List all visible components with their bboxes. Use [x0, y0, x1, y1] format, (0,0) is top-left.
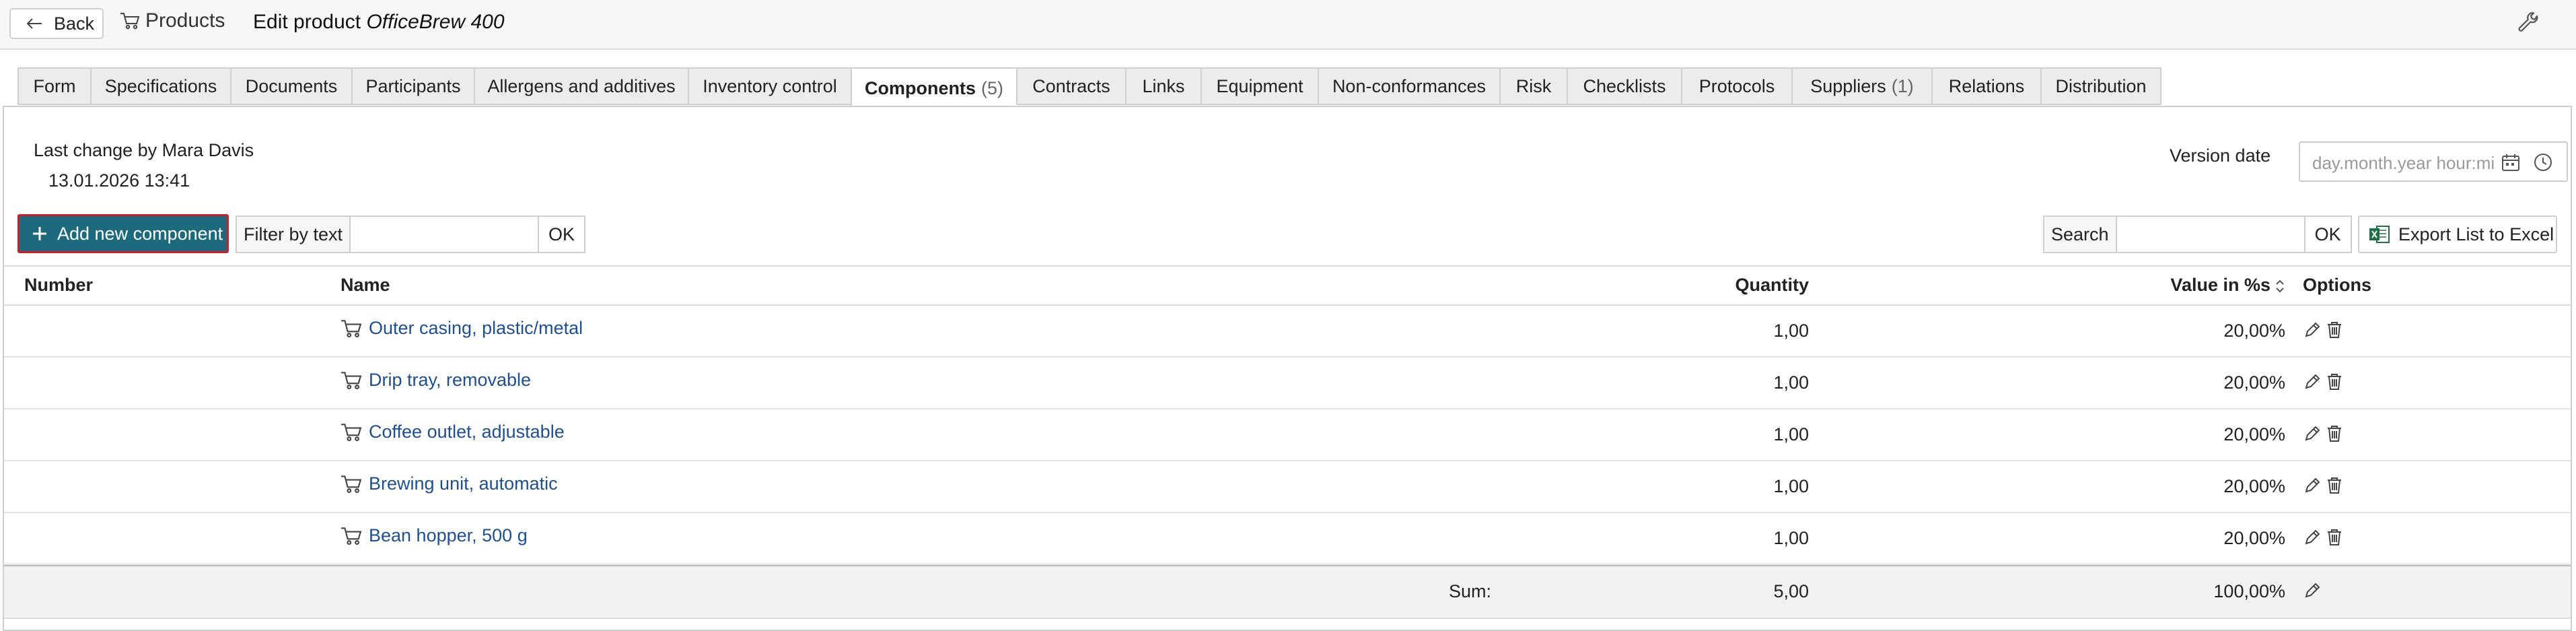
component-link[interactable]: Bean hopper, 500 g [369, 525, 528, 546]
version-date-placeholder: day.month.year hour:minute [2312, 153, 2494, 173]
back-button[interactable]: Back [9, 8, 104, 39]
pencil-icon[interactable] [2303, 424, 2322, 443]
component-link[interactable]: Brewing unit, automatic [369, 473, 558, 494]
header-name[interactable]: Name [341, 275, 390, 296]
tab-inventory-control[interactable]: Inventory control [688, 67, 851, 105]
trash-icon[interactable] [2326, 321, 2343, 339]
row-quantity: 1,00 [1773, 424, 1809, 444]
table-header: Number Name Quantity Value in %s Options [4, 265, 2571, 306]
search-input[interactable] [2116, 215, 2305, 253]
tab-risk[interactable]: Risk [1499, 67, 1567, 105]
pencil-icon[interactable] [2303, 321, 2322, 339]
component-link[interactable]: Coffee outlet, adjustable [369, 422, 565, 442]
pencil-icon[interactable] [2303, 476, 2322, 495]
last-change-text: Last change by Mara Davis [34, 140, 254, 160]
filter-label: Filter by text [236, 215, 351, 253]
row-value: 20,00% [2223, 476, 2285, 496]
product-name: OfficeBrew 400 [366, 11, 505, 33]
cart-icon [341, 370, 362, 391]
tab-equipment[interactable]: Equipment [1201, 67, 1318, 105]
calendar-icon[interactable] [2501, 152, 2521, 172]
table-row: Brewing unit, automatic 1,00 20,00% [4, 461, 2571, 513]
wrench-icon[interactable] [2517, 11, 2541, 35]
table-row: Bean hopper, 500 g 1,00 20,00% [4, 513, 2571, 565]
tab-checklists[interactable]: Checklists [1567, 67, 1681, 105]
back-label: Back [54, 13, 95, 34]
tab-bar: Form Specifications Documents Participan… [17, 67, 2161, 108]
trash-icon[interactable] [2326, 528, 2343, 547]
component-link[interactable]: Drip tray, removable [369, 370, 531, 391]
tab-protocols[interactable]: Protocols [1681, 67, 1791, 105]
components-table: Number Name Quantity Value in %s Options… [4, 265, 2571, 619]
table-row: Outer casing, plastic/metal 1,00 20,00% [4, 306, 2571, 358]
excel-icon [2369, 224, 2390, 244]
tab-suppliers[interactable]: Suppliers (1) [1791, 67, 1931, 105]
tab-relations[interactable]: Relations [1931, 67, 2040, 105]
sum-row: Sum: 5,00 100,00% [4, 565, 2571, 619]
top-bar: Back Products Edit product OfficeBrew 40… [0, 0, 2576, 50]
row-value: 20,00% [2223, 321, 2285, 341]
pencil-icon[interactable] [2303, 528, 2322, 547]
export-excel-label: Export List to Excel [2398, 224, 2554, 244]
header-number[interactable]: Number [24, 275, 93, 296]
tab-participants[interactable]: Participants [351, 67, 474, 105]
version-date-input[interactable]: day.month.year hour:minute [2299, 141, 2568, 182]
header-options: Options [2303, 275, 2371, 295]
trash-icon[interactable] [2326, 476, 2343, 495]
component-link[interactable]: Outer casing, plastic/metal [369, 318, 583, 339]
table-row: Drip tray, removable 1,00 20,00% [4, 358, 2571, 409]
cart-icon [341, 474, 362, 494]
header-value[interactable]: Value in %s [2170, 275, 2285, 296]
version-date-label: Version date [2170, 145, 2271, 166]
row-quantity: 1,00 [1773, 476, 1809, 496]
sum-label: Sum: [1448, 581, 1491, 601]
sort-icon[interactable] [2275, 279, 2285, 294]
plus-icon [32, 226, 48, 242]
row-quantity: 1,00 [1773, 372, 1809, 393]
header-quantity[interactable]: Quantity [1735, 275, 1809, 296]
breadcrumb-products[interactable]: Products [120, 9, 225, 32]
page-title: Edit product OfficeBrew 400 [253, 11, 505, 33]
products-label: Products [145, 9, 225, 32]
cart-icon [120, 11, 140, 30]
search-ok-button[interactable]: OK [2305, 215, 2352, 253]
last-change-date: 13.01.2026 13:41 [48, 170, 190, 191]
tab-links[interactable]: Links [1125, 67, 1201, 105]
sum-quantity: 5,00 [1773, 581, 1809, 601]
filter-group: Filter by text OK [236, 215, 586, 253]
add-new-component-button[interactable]: Add new component [17, 214, 229, 253]
add-new-component-label: Add new component [57, 223, 223, 244]
tab-documents[interactable]: Documents [230, 67, 351, 105]
pencil-icon[interactable] [2303, 581, 2322, 600]
cart-icon [341, 526, 362, 546]
tab-non-conformances[interactable]: Non-conformances [1318, 67, 1499, 105]
row-value: 20,00% [2223, 424, 2285, 444]
filter-input[interactable] [351, 215, 540, 253]
export-excel-button[interactable]: Export List to Excel [2358, 215, 2557, 253]
row-quantity: 1,00 [1773, 528, 1809, 548]
cart-icon [341, 422, 362, 442]
search-group: Search OK [2043, 215, 2352, 253]
arrow-left-icon [26, 17, 43, 30]
search-label: Search [2043, 215, 2117, 253]
tab-distribution[interactable]: Distribution [2040, 67, 2161, 105]
filter-ok-button[interactable]: OK [539, 215, 586, 253]
row-quantity: 1,00 [1773, 321, 1809, 341]
row-value: 20,00% [2223, 528, 2285, 548]
tab-components[interactable]: Components (5) [851, 67, 1016, 108]
tab-contracts[interactable]: Contracts [1016, 67, 1125, 105]
tab-specifications[interactable]: Specifications [90, 67, 230, 105]
row-value: 20,00% [2223, 372, 2285, 393]
trash-icon[interactable] [2326, 424, 2343, 443]
sum-value: 100,00% [2213, 581, 2285, 601]
table-row: Coffee outlet, adjustable 1,00 20,00% [4, 409, 2571, 461]
trash-icon[interactable] [2326, 372, 2343, 391]
pencil-icon[interactable] [2303, 372, 2322, 391]
clock-icon[interactable] [2533, 152, 2553, 172]
tab-allergens-and-additives[interactable]: Allergens and additives [474, 67, 688, 105]
cart-icon [341, 319, 362, 339]
tab-form[interactable]: Form [17, 67, 90, 105]
